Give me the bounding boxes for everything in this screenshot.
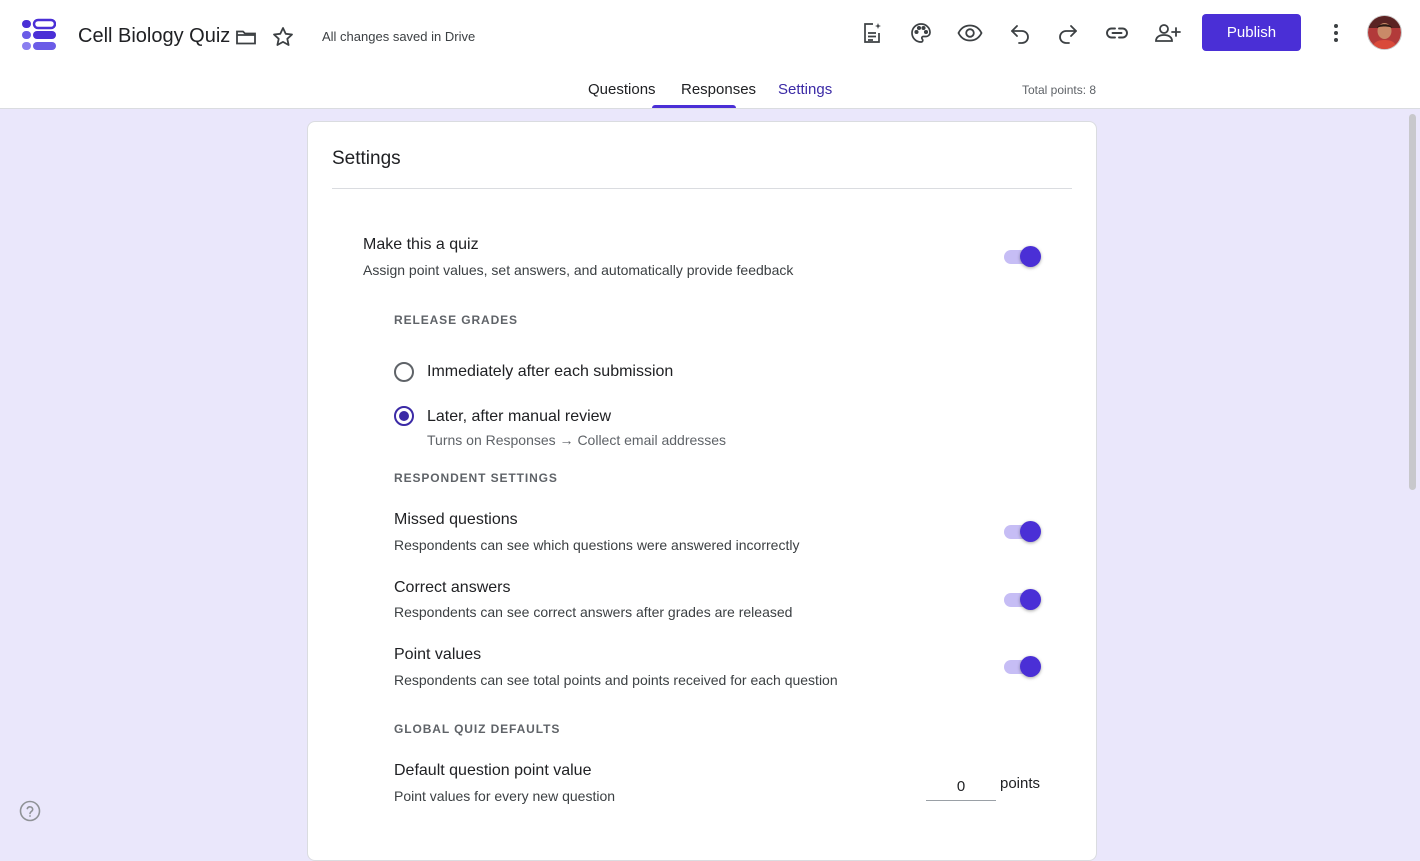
correct-answers-toggle[interactable]	[1002, 588, 1042, 612]
settings-card: Settings Make this a quiz Assign point v…	[307, 121, 1097, 861]
quiz-toggle[interactable]	[1002, 245, 1042, 269]
default-point-value-title: Default question point value	[394, 762, 592, 779]
missed-questions-toggle[interactable]	[1002, 520, 1042, 544]
release-grades-label: RELEASE GRADES	[394, 313, 518, 327]
redo-button[interactable]	[1054, 19, 1082, 47]
radio-later-subtext: Turns on Responses → Collect email addre…	[427, 432, 727, 448]
account-avatar[interactable]	[1368, 16, 1401, 49]
add-collaborator-icon	[1155, 24, 1181, 42]
missed-questions-desc: Respondents can see which questions were…	[394, 537, 800, 553]
copy-link-button[interactable]	[1103, 19, 1131, 47]
scrollbar-thumb[interactable]	[1409, 114, 1416, 490]
tab-responses[interactable]: Responses	[681, 81, 756, 98]
toggle-thumb	[1020, 589, 1041, 610]
more-options-button[interactable]	[1322, 19, 1350, 47]
point-values-title: Point values	[394, 646, 482, 663]
avatar-icon	[1368, 16, 1401, 49]
more-vert-icon	[1334, 24, 1338, 42]
help-icon[interactable]	[19, 800, 41, 822]
link-icon	[1106, 27, 1128, 39]
missed-questions-title: Missed questions	[394, 511, 518, 528]
preview-eye-icon	[957, 24, 983, 42]
customize-theme-button[interactable]	[907, 19, 935, 47]
total-points: Total points: 8	[1022, 83, 1097, 97]
points-unit-label: points	[1000, 775, 1041, 792]
toggle-thumb	[1020, 656, 1041, 677]
forms-logo-icon[interactable]	[22, 18, 56, 52]
quiz-setting-title: Make this a quiz	[363, 236, 479, 253]
save-status: All changes saved in Drive	[322, 29, 476, 44]
radio-later-label[interactable]: Later, after manual review	[427, 408, 611, 426]
publish-button[interactable]: Publish	[1202, 14, 1301, 51]
quiz-setting-desc: Assign point values, set answers, and au…	[363, 262, 794, 278]
title-divider	[332, 188, 1072, 189]
tab-active-indicator	[652, 105, 736, 108]
form-title[interactable]: Cell Biology Quiz	[78, 25, 230, 48]
app-header: Cell Biology Quiz All changes saved in D…	[0, 0, 1420, 109]
radio-immediately-label[interactable]: Immediately after each submission	[427, 363, 673, 381]
default-point-value-desc: Point values for every new question	[394, 788, 616, 804]
tab-settings[interactable]: Settings	[778, 81, 832, 98]
page-scrollbar[interactable]	[1406, 110, 1420, 840]
radio-later[interactable]	[394, 406, 414, 426]
toggle-thumb	[1020, 521, 1041, 542]
undo-button[interactable]	[1006, 19, 1034, 47]
folder-icon	[236, 30, 256, 45]
star-icon	[273, 27, 293, 46]
undo-icon	[1011, 25, 1029, 44]
move-to-folder-button[interactable]	[233, 24, 259, 50]
add-collaborators-button[interactable]	[1152, 19, 1182, 47]
radio-immediately[interactable]	[394, 362, 414, 382]
star-button[interactable]	[270, 24, 296, 50]
ai-summary-button[interactable]	[858, 19, 886, 47]
point-values-desc: Respondents can see total points and poi…	[394, 672, 838, 688]
toggle-thumb	[1020, 246, 1041, 267]
preview-button[interactable]	[956, 19, 984, 47]
respondent-settings-label: RESPONDENT SETTINGS	[394, 471, 558, 485]
global-defaults-label: GLOBAL QUIZ DEFAULTS	[394, 722, 561, 736]
ai-summary-icon	[864, 23, 881, 43]
tab-questions[interactable]: Questions	[588, 81, 656, 98]
settings-title: Settings	[332, 148, 401, 169]
redo-icon	[1059, 25, 1077, 44]
correct-answers-desc: Respondents can see correct answers afte…	[394, 604, 793, 620]
palette-icon	[911, 23, 931, 43]
default-points-input[interactable]	[926, 772, 996, 801]
point-values-toggle[interactable]	[1002, 655, 1042, 679]
correct-answers-title: Correct answers	[394, 579, 511, 596]
